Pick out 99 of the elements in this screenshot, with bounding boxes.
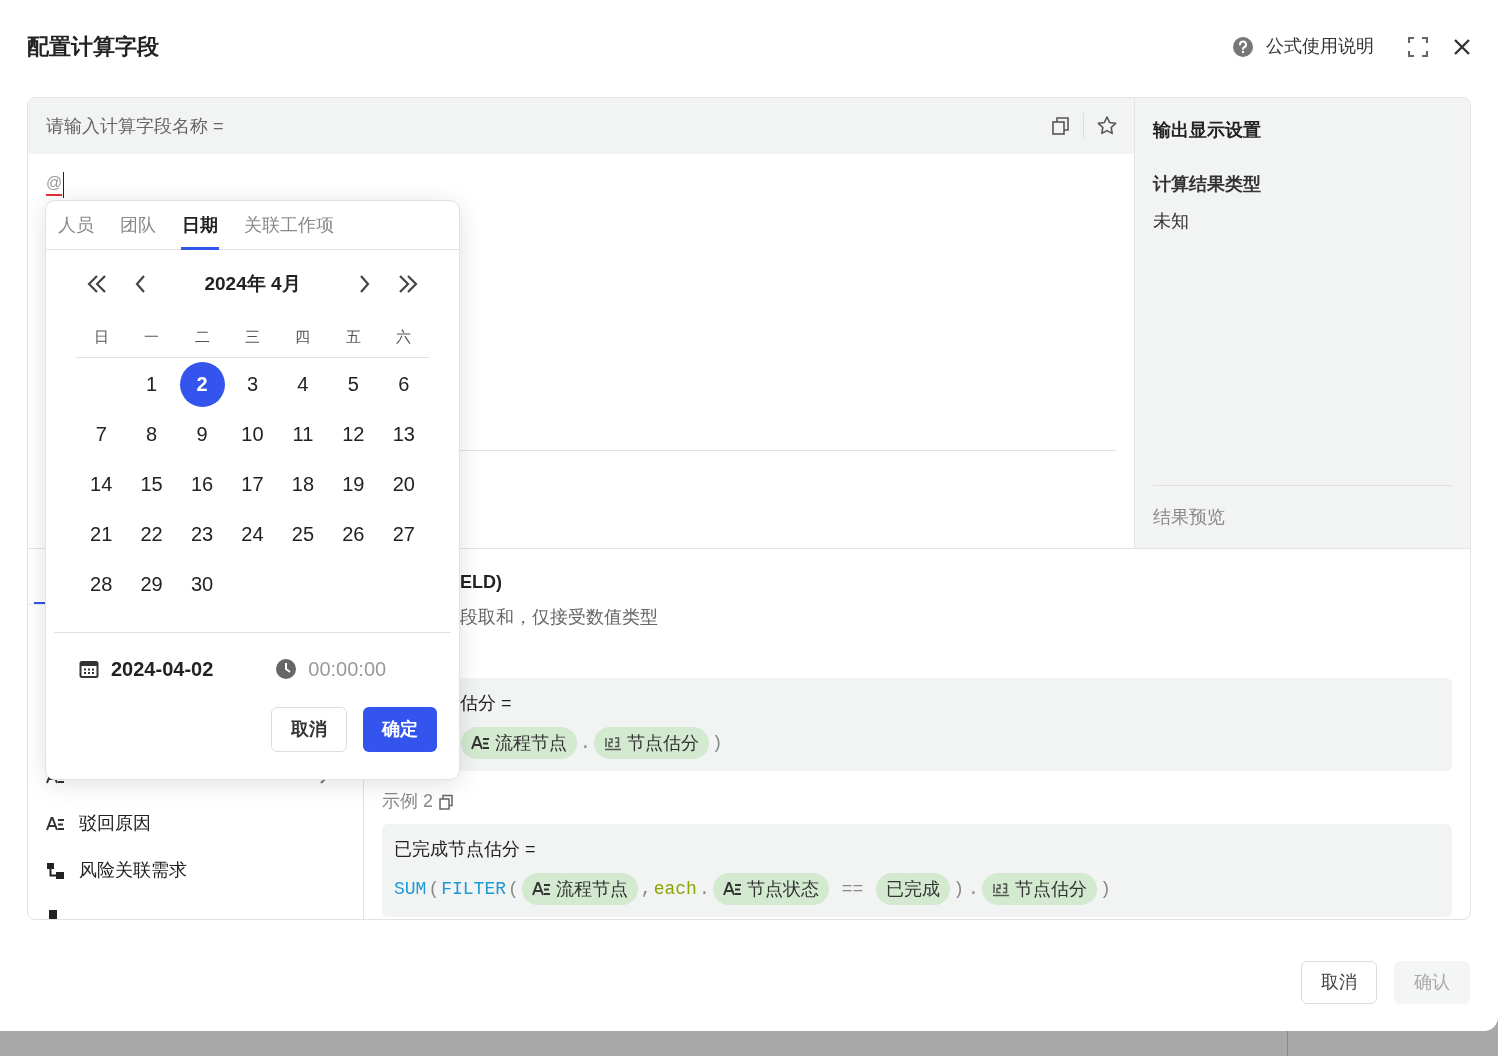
weekday-label: 日 — [92, 327, 110, 348]
dialog-title: 配置计算字段 — [27, 33, 159, 61]
clock-icon — [275, 658, 298, 680]
punctuation: . — [698, 877, 710, 901]
text-field-icon — [722, 881, 742, 897]
calendar-day[interactable]: 2 — [179, 361, 225, 407]
picker-tab[interactable]: 关联工作项 — [243, 201, 335, 250]
function-title: ELD) — [459, 571, 503, 594]
picker-tab[interactable]: 团队 — [119, 201, 157, 250]
punctuation: ) — [953, 877, 965, 901]
chevron-left-icon[interactable] — [134, 274, 146, 294]
punctuation: . — [968, 877, 979, 901]
punctuation: , — [640, 877, 652, 901]
calendar-day[interactable]: 7 — [78, 411, 124, 457]
function-description: 段取和，仅接受数值类型 — [459, 606, 659, 629]
tab-indicator — [34, 602, 46, 604]
magic-star-icon[interactable] — [1096, 115, 1118, 137]
calendar-day[interactable]: 10 — [230, 411, 275, 457]
calendar-day[interactable]: 4 — [280, 361, 326, 407]
field-chip: 已完成 — [876, 873, 951, 905]
calendar-day[interactable]: 5 — [330, 361, 376, 407]
punctuation: ( — [508, 877, 519, 901]
function-name: FILTER — [441, 877, 507, 901]
field-chip: 流程节点 — [461, 727, 577, 759]
hierarchy-icon — [46, 861, 65, 880]
calendar-day[interactable]: 8 — [129, 411, 175, 457]
calendar-day[interactable]: 3 — [230, 361, 275, 407]
help-link[interactable]: 公式使用说明 — [1232, 33, 1374, 60]
field-list-item[interactable]: 驳回原因 — [28, 800, 363, 847]
calendar-day[interactable]: 28 — [78, 561, 124, 607]
preview-label: 结果预览 — [1153, 505, 1226, 529]
field-chip: 节点状态 — [712, 873, 829, 905]
calendar-day[interactable]: 14 — [78, 461, 124, 507]
field-chip: 节点估分 — [593, 727, 709, 759]
keyword-text: each — [653, 877, 697, 901]
calendar-day[interactable]: 6 — [381, 361, 427, 407]
field-chip: 流程节点 — [521, 873, 638, 905]
calendar-day[interactable]: 22 — [129, 511, 175, 557]
fullscreen-icon[interactable] — [1408, 36, 1428, 57]
picker-tab[interactable]: 人员 — [57, 201, 95, 250]
calendar-day[interactable]: 12 — [330, 411, 376, 457]
calendar-day[interactable]: 13 — [381, 411, 427, 457]
field-value: 未知 — [1153, 210, 1190, 233]
number-field-icon — [991, 881, 1010, 897]
weekday-label: 三 — [244, 327, 261, 348]
copy-icon[interactable] — [1051, 116, 1071, 136]
number-field-icon — [603, 735, 622, 751]
calendar-day[interactable]: 25 — [280, 511, 326, 557]
calendar-day[interactable]: 16 — [179, 461, 225, 507]
calendar-day[interactable]: 26 — [330, 511, 376, 557]
text-field-icon — [471, 735, 490, 751]
calendar-day[interactable]: 19 — [330, 461, 376, 507]
text-field-icon — [46, 815, 65, 832]
field-name-input[interactable]: 请输入计算字段名称 = — [46, 112, 224, 140]
calendar-day[interactable]: 27 — [381, 511, 427, 557]
calendar-day[interactable]: 15 — [129, 461, 175, 507]
punctuation: . — [580, 731, 591, 755]
calendar-day[interactable]: 21 — [78, 511, 124, 557]
calendar-day[interactable]: 30 — [179, 561, 225, 607]
calendar-day[interactable]: 9 — [179, 411, 225, 457]
chevron-right-icon[interactable] — [359, 274, 371, 294]
calendar-day[interactable]: 18 — [280, 461, 326, 507]
punctuation: ) — [711, 731, 723, 755]
double-chevron-right-icon[interactable] — [397, 274, 419, 294]
field-label: 计算结果类型 — [1153, 173, 1262, 196]
example-label: 示例 2 — [382, 790, 433, 813]
help-icon — [1232, 35, 1254, 58]
function-name: SUM — [394, 877, 427, 901]
month-label: 2024年 4月 — [203, 271, 302, 296]
calendar-day[interactable]: 20 — [381, 461, 427, 507]
section-title: 输出显示设置 — [1153, 119, 1262, 142]
example-formula-name: 估分 = — [460, 692, 513, 715]
calendar-day[interactable]: 11 — [280, 411, 326, 457]
cancel-button[interactable]: 取消 — [1301, 961, 1377, 1004]
calendar-day[interactable]: 24 — [230, 511, 275, 557]
copy-icon — [439, 793, 454, 810]
weekday-label: 五 — [344, 327, 362, 348]
calendar-day[interactable]: 29 — [129, 561, 175, 607]
calendar-icon — [79, 659, 99, 679]
punctuation: ( — [428, 877, 440, 901]
date-value[interactable]: 2024-04-02 — [111, 654, 214, 684]
ok-button[interactable]: 确定 — [363, 707, 437, 752]
weekday-label: 一 — [143, 327, 161, 348]
weekday-label: 四 — [294, 327, 312, 348]
operator-text: == — [841, 877, 864, 901]
weekday-label: 六 — [395, 327, 413, 348]
double-chevron-left-icon[interactable] — [86, 274, 108, 294]
example-formula-name: 已完成节点估分 = — [394, 838, 537, 861]
calendar-day[interactable]: 1 — [129, 361, 175, 407]
calendar-day[interactable]: 23 — [179, 511, 225, 557]
calendar-day[interactable]: 17 — [230, 461, 275, 507]
cancel-button[interactable]: 取消 — [271, 707, 347, 752]
punctuation: ) — [1099, 877, 1111, 901]
text-field-icon — [531, 881, 551, 897]
picker-tab[interactable]: 日期 — [181, 201, 219, 250]
weekday-label: 二 — [193, 327, 211, 348]
field-chip: 节点估分 — [981, 873, 1097, 905]
field-list-item[interactable]: 风险关联需求 — [28, 847, 363, 894]
close-icon[interactable] — [1453, 37, 1471, 56]
